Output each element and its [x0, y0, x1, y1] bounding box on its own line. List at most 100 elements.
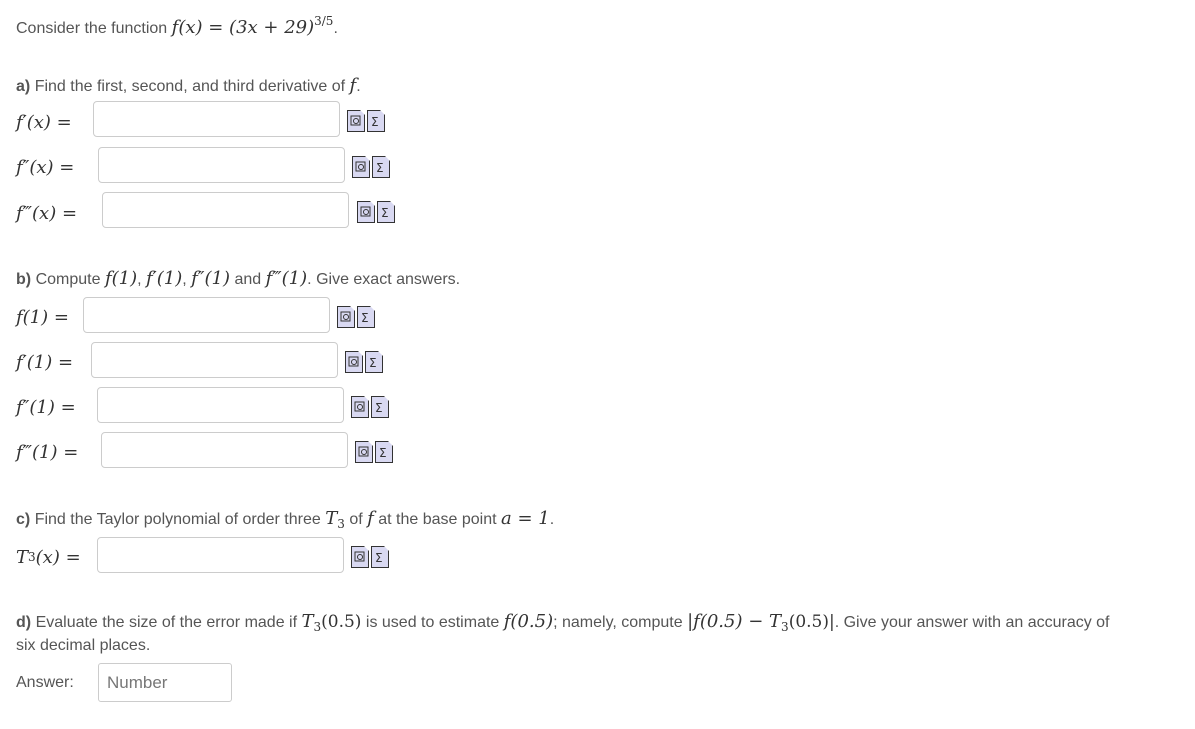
- label-taylor-rest: (x) =: [35, 546, 81, 568]
- equation-editor-icon[interactable]: Σ: [365, 351, 383, 373]
- f-double-prime-input[interactable]: [98, 147, 345, 183]
- f-prime-icons: Σ: [347, 110, 385, 132]
- equation-editor-icon[interactable]: Σ: [372, 156, 390, 178]
- part-b-text-start: Compute: [35, 271, 101, 288]
- row-f-triple-prime-1: f‴(1) =: [16, 432, 78, 472]
- svg-text:Σ: Σ: [371, 115, 379, 127]
- label-f-prime-1: f′(1) =: [16, 351, 74, 373]
- part-c-text2: of: [349, 511, 363, 528]
- part-b-item-1: f′(1): [146, 268, 183, 289]
- preview-icon[interactable]: [355, 441, 373, 463]
- equation-editor-icon[interactable]: Σ: [367, 110, 385, 132]
- f-double-prime-1-icons: Σ: [351, 396, 389, 418]
- part-b-item-2: f″(1): [191, 268, 231, 289]
- taylor-icons: Σ: [351, 546, 389, 568]
- preview-icon[interactable]: [337, 306, 355, 328]
- label-f-triple-prime-1: f‴(1) =: [16, 441, 79, 463]
- part-c-var: f: [367, 508, 374, 529]
- intro-prefix: Consider the function: [16, 20, 168, 37]
- part-b-heading: b) Compute f(1), f′(1), f″(1) and f‴(1).…: [16, 268, 461, 289]
- svg-text:Σ: Σ: [376, 161, 384, 173]
- f-double-prime-1-input[interactable]: [97, 387, 344, 423]
- answer-number-input[interactable]: [98, 663, 232, 702]
- part-d-line2: six decimal places.: [16, 637, 151, 654]
- part-c-point: a = 1: [501, 508, 550, 529]
- taylor-input[interactable]: [97, 537, 344, 573]
- preview-icon[interactable]: [347, 110, 365, 132]
- preview-icon[interactable]: [345, 351, 363, 373]
- equation-editor-icon[interactable]: Σ: [357, 306, 375, 328]
- part-d-text4: . Give your answer with an accuracy of: [834, 614, 1110, 631]
- intro-suffix: .: [333, 20, 338, 37]
- part-d-expr1-sub: 3: [313, 620, 322, 634]
- label-taylor-T: T: [16, 546, 29, 568]
- svg-text:Σ: Σ: [379, 446, 387, 458]
- part-a-tag: a): [16, 78, 31, 95]
- label-f-prime: f′(x) =: [16, 111, 72, 133]
- part-b-tag: b): [16, 271, 32, 288]
- row-f-double-prime-1: f″(1) =: [16, 387, 76, 427]
- f-prime-input[interactable]: [93, 101, 340, 137]
- part-a-end: .: [356, 78, 361, 95]
- part-c-T: T: [325, 508, 338, 529]
- row-f-triple-prime: f‴(x) =: [16, 193, 77, 233]
- f-triple-prime-1-input[interactable]: [101, 432, 348, 468]
- f1-input[interactable]: [83, 297, 330, 333]
- f-triple-prime-icons: Σ: [357, 201, 395, 223]
- f-triple-prime-input[interactable]: [102, 192, 349, 228]
- part-d-expr1-rest: (0.5): [321, 612, 362, 632]
- part-c-end: .: [549, 511, 555, 528]
- equation-editor-icon[interactable]: Σ: [371, 396, 389, 418]
- label-taylor-sub: 3: [28, 550, 36, 564]
- part-c-text3: at the base point: [378, 511, 497, 528]
- part-d-expr1-T: T: [301, 611, 314, 632]
- intro-exponent: 3/5: [314, 14, 334, 28]
- part-d-heading: d) Evaluate the size of the error made i…: [16, 611, 1110, 634]
- preview-icon[interactable]: [351, 396, 369, 418]
- row-f-double-prime: f″(x) =: [16, 147, 74, 187]
- equation-editor-icon[interactable]: Σ: [377, 201, 395, 223]
- label-f-double-prime-1: f″(1) =: [16, 396, 76, 418]
- part-d-expr3-a: |f(0.5) − T: [687, 611, 782, 632]
- part-d-tag: d): [16, 614, 32, 631]
- svg-text:Σ: Σ: [375, 401, 383, 413]
- part-c-text1: Find the Taylor polynomial of order thre…: [34, 511, 321, 528]
- part-b-last: f‴(1): [265, 268, 308, 289]
- part-d-expr3-b: (0.5)|: [788, 612, 835, 632]
- part-b-and: and: [234, 271, 262, 288]
- svg-text:Σ: Σ: [375, 551, 383, 563]
- row-f1: f(1) =: [16, 297, 69, 337]
- svg-text:Σ: Σ: [361, 311, 369, 323]
- part-c-tag: c): [16, 511, 31, 528]
- f-prime-1-input[interactable]: [91, 342, 338, 378]
- label-f-triple-prime: f‴(x) =: [16, 202, 78, 224]
- part-d-text2: is used to estimate: [365, 614, 500, 631]
- svg-text:Σ: Σ: [381, 206, 389, 218]
- part-d-text3: ; namely, compute: [553, 614, 683, 631]
- intro-function: f(x) = (3x + 29): [171, 17, 315, 38]
- equation-editor-icon[interactable]: Σ: [371, 546, 389, 568]
- equation-editor-icon[interactable]: Σ: [375, 441, 393, 463]
- f-double-prime-icons: Σ: [352, 156, 390, 178]
- f-prime-1-icons: Σ: [345, 351, 383, 373]
- part-c-sub: 3: [337, 517, 345, 531]
- preview-icon[interactable]: [351, 546, 369, 568]
- label-f-double-prime: f″(x) =: [16, 156, 75, 178]
- part-b-item-0: f(1): [104, 268, 138, 289]
- svg-text:Σ: Σ: [369, 356, 377, 368]
- f1-icons: Σ: [337, 306, 375, 328]
- f-triple-prime-1-icons: Σ: [355, 441, 393, 463]
- row-f-prime: f′(x) =: [16, 102, 72, 142]
- part-c-heading: c) Find the Taylor polynomial of order t…: [16, 508, 554, 531]
- preview-icon[interactable]: [357, 201, 375, 223]
- part-d-expr2: f(0.5): [503, 611, 554, 632]
- label-f1: f(1) =: [16, 306, 69, 328]
- part-a-text: Find the first, second, and third deriva…: [34, 78, 346, 95]
- intro-line: Consider the function f(x) = (3x + 29)3/…: [16, 14, 338, 38]
- row-taylor: T 3 (x) =: [16, 537, 81, 577]
- preview-icon[interactable]: [352, 156, 370, 178]
- part-d-text1: Evaluate the size of the error made if: [35, 614, 298, 631]
- answer-label: Answer:: [16, 674, 74, 691]
- part-d-expr3-sub: 3: [781, 620, 789, 634]
- part-b-text-end: . Give exact answers.: [307, 271, 461, 288]
